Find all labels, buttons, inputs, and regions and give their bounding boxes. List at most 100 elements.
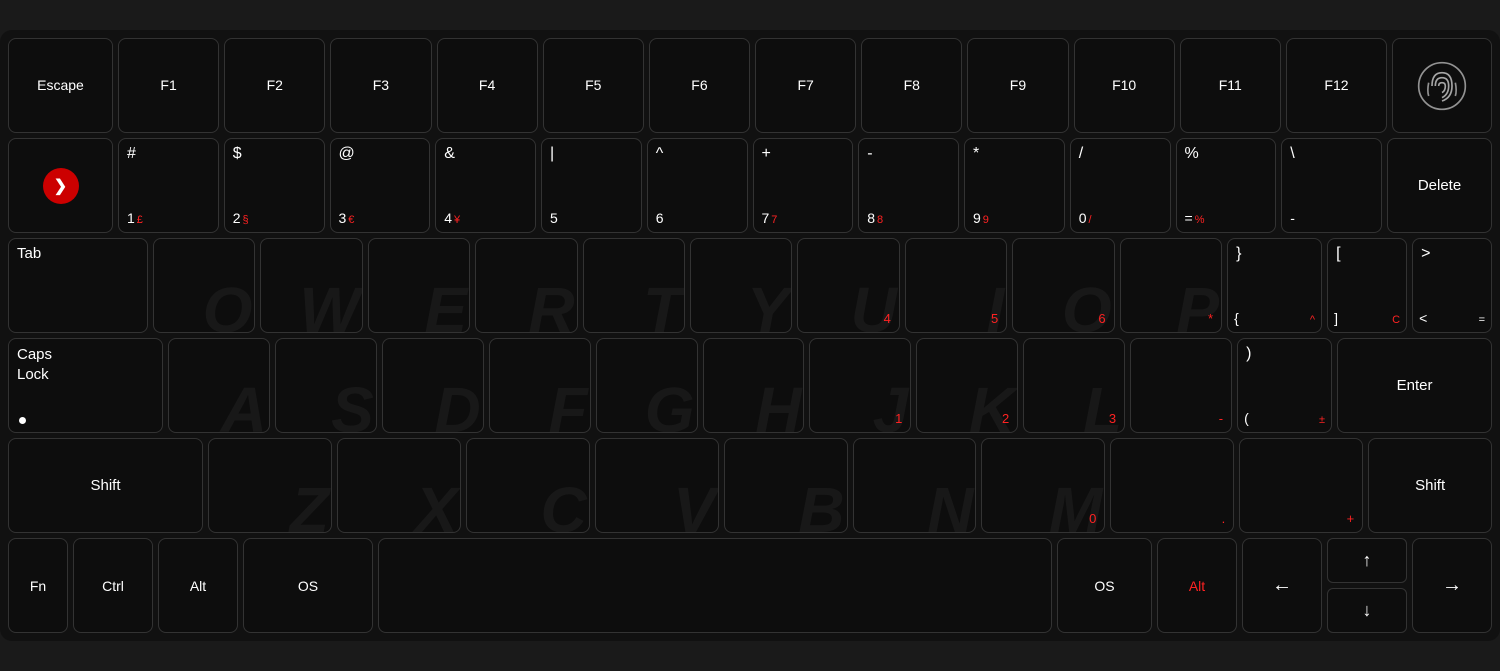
key-backslash[interactable]: > < = xyxy=(1412,238,1492,333)
key-0[interactable]: / 0 / xyxy=(1070,138,1171,233)
key-v[interactable]: V xyxy=(595,438,719,533)
key-alt-right[interactable]: Alt xyxy=(1157,538,1237,633)
key-alt-right-label: Alt xyxy=(1189,578,1205,594)
key-f6[interactable]: F6 xyxy=(649,38,750,133)
key-l[interactable]: L 3 xyxy=(1023,338,1125,433)
key-f10[interactable]: F10 xyxy=(1074,38,1175,133)
key-period[interactable]: + xyxy=(1239,438,1363,533)
key-tab-label: Tab xyxy=(17,245,41,262)
key-7[interactable]: + 7 7 xyxy=(753,138,854,233)
row-function: Escape F1 F2 F3 F4 F5 F6 F7 F8 F9 F10 xyxy=(8,38,1492,133)
fingerprint-icon xyxy=(1417,61,1467,111)
key-z[interactable]: Z xyxy=(208,438,332,533)
key-close-bracket[interactable]: [ ] C xyxy=(1327,238,1407,333)
key-equals-sym: % xyxy=(1185,145,1199,163)
key-a[interactable]: A xyxy=(168,338,270,433)
key-shift-right-label: Shift xyxy=(1415,477,1445,494)
key-9-sym: * xyxy=(973,145,979,163)
arrow-left-icon: ← xyxy=(1272,574,1292,597)
key-fn[interactable]: Fn xyxy=(8,538,68,633)
key-delete[interactable]: Delete xyxy=(1387,138,1492,233)
key-1-sym: # xyxy=(127,145,136,163)
key-8[interactable]: - 8 8 xyxy=(858,138,959,233)
key-equals[interactable]: % = % xyxy=(1176,138,1277,233)
key-enter[interactable]: Enter xyxy=(1337,338,1492,433)
key-c[interactable]: C xyxy=(466,438,590,533)
key-e[interactable]: E xyxy=(368,238,470,333)
key-o[interactable]: O 6 xyxy=(1012,238,1114,333)
key-b[interactable]: B xyxy=(724,438,848,533)
key-g[interactable]: G xyxy=(596,338,698,433)
key-1[interactable]: # 1 £ xyxy=(118,138,219,233)
key-f12[interactable]: F12 xyxy=(1286,38,1387,133)
key-fingerprint[interactable] xyxy=(1392,38,1492,133)
key-r[interactable]: R xyxy=(475,238,577,333)
key-semicolon[interactable]: - xyxy=(1130,338,1232,433)
key-arrow-down[interactable]: ↓ xyxy=(1327,588,1407,633)
key-open-bracket[interactable]: } { ^ xyxy=(1227,238,1322,333)
key-4[interactable]: & 4 ¥ xyxy=(435,138,536,233)
key-f3[interactable]: F3 xyxy=(330,38,431,133)
key-n[interactable]: N xyxy=(853,438,977,533)
row-caps: CapsLock A S D F G H J 1 xyxy=(8,338,1492,433)
key-f11[interactable]: F11 xyxy=(1180,38,1281,133)
key-ctrl[interactable]: Ctrl xyxy=(73,538,153,633)
key-q[interactable]: Q xyxy=(153,238,255,333)
key-t[interactable]: T xyxy=(583,238,685,333)
key-os-left-label: OS xyxy=(298,578,318,594)
key-arrow-up[interactable]: ↑ xyxy=(1327,538,1407,583)
row-qwerty: Tab Q W E R T Y U 4 I xyxy=(8,238,1492,333)
key-os-right[interactable]: OS xyxy=(1057,538,1152,633)
key-escape-label: Escape xyxy=(37,77,84,94)
key-y[interactable]: Y xyxy=(690,238,792,333)
key-s[interactable]: S xyxy=(275,338,377,433)
key-u[interactable]: U 4 xyxy=(797,238,899,333)
key-f1[interactable]: F1 xyxy=(118,38,219,133)
key-quote[interactable]: ) ( ± xyxy=(1237,338,1332,433)
row-bottom: Fn Ctrl Alt OS OS Alt ← ↑ ↓ xyxy=(8,538,1492,633)
key-3-sym: @ xyxy=(339,145,355,163)
key-x[interactable]: X xyxy=(337,438,461,533)
keyboard: Escape F1 F2 F3 F4 F5 F6 F7 F8 F9 F10 xyxy=(0,30,1500,641)
key-arrow-right[interactable]: → xyxy=(1412,538,1492,633)
key-6[interactable]: ^ 6 xyxy=(647,138,748,233)
key-tab[interactable]: Tab xyxy=(8,238,148,333)
key-i[interactable]: I 5 xyxy=(905,238,1007,333)
key-9[interactable]: * 9 9 xyxy=(964,138,1065,233)
key-f4[interactable]: F4 xyxy=(437,38,538,133)
key-3[interactable]: @ 3 € xyxy=(330,138,431,233)
key-arrow-left[interactable]: ← xyxy=(1242,538,1322,633)
key-space[interactable] xyxy=(378,538,1052,633)
key-f8[interactable]: F8 xyxy=(861,38,962,133)
red-arrow-icon xyxy=(43,168,79,204)
key-comma[interactable]: . xyxy=(1110,438,1234,533)
key-os-left[interactable]: OS xyxy=(243,538,373,633)
key-f5[interactable]: F5 xyxy=(543,38,644,133)
key-caps-lock[interactable]: CapsLock xyxy=(8,338,163,433)
key-shift-right[interactable]: Shift xyxy=(1368,438,1492,533)
key-j[interactable]: J 1 xyxy=(809,338,911,433)
key-minus[interactable]: \ - xyxy=(1281,138,1382,233)
arrow-up-icon: ↑ xyxy=(1363,550,1372,571)
key-m[interactable]: M 0 xyxy=(981,438,1105,533)
key-k[interactable]: K 2 xyxy=(916,338,1018,433)
key-escape[interactable]: Escape xyxy=(8,38,113,133)
key-f7[interactable]: F7 xyxy=(755,38,856,133)
row-numbers: # 1 £ $ 2 § @ 3 € & 4 xyxy=(8,138,1492,233)
arrow-up-down-container: ↑ ↓ xyxy=(1327,538,1407,633)
key-fn-label: Fn xyxy=(30,578,46,594)
key-f9[interactable]: F9 xyxy=(967,38,1068,133)
key-5[interactable]: | 5 xyxy=(541,138,642,233)
key-2[interactable]: $ 2 § xyxy=(224,138,325,233)
key-backtick[interactable] xyxy=(8,138,113,233)
key-f2[interactable]: F2 xyxy=(224,38,325,133)
key-h[interactable]: H xyxy=(703,338,805,433)
key-w[interactable]: W xyxy=(260,238,362,333)
key-d[interactable]: D xyxy=(382,338,484,433)
arrow-right-icon: → xyxy=(1442,574,1462,597)
key-7-sym: + xyxy=(762,145,771,163)
key-p[interactable]: P * xyxy=(1120,238,1222,333)
key-f[interactable]: F xyxy=(489,338,591,433)
key-alt-left[interactable]: Alt xyxy=(158,538,238,633)
key-shift-left[interactable]: Shift xyxy=(8,438,203,533)
